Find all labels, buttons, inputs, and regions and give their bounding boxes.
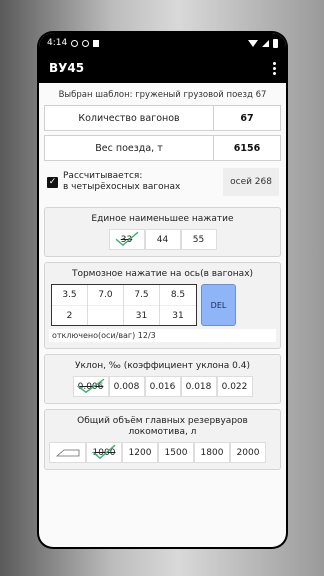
single-press-option[interactable]: 33 — [108, 229, 145, 250]
screen: 4:14 ВУ45 Выбран шаблон: груженый грузов… — [39, 33, 286, 547]
slope-card: Уклон, ‰ (коэффициент уклона 0.4) 0.006 … — [44, 354, 281, 404]
signal-icon — [262, 39, 269, 47]
calc-row: ✓ Рассчитывается: в четырёхосных вагонах… — [44, 165, 281, 199]
volume-options[interactable]: 1000 1200 1500 1800 2000 — [49, 442, 276, 463]
volume-card: Общий объём главных резервуаров локомоти… — [44, 409, 281, 470]
volume-option[interactable]: 1800 — [194, 442, 230, 463]
wagons-row: Количество вагонов 67 — [44, 105, 281, 131]
slope-option[interactable]: 0.006 — [72, 376, 109, 397]
slope-option[interactable]: 0.008 — [108, 376, 145, 397]
slope-option[interactable]: 0.016 — [144, 376, 181, 397]
four-axle-checkbox[interactable]: ✓ — [47, 176, 58, 188]
weight-row: Вес поезда, т 6156 — [44, 135, 281, 161]
brake-grid: 3.5 2 7.0 7.5 31 8.5 31 — [51, 284, 197, 326]
wifi-icon — [248, 39, 258, 47]
volume-option[interactable]: 1500 — [158, 442, 194, 463]
weight-value[interactable]: 6156 — [214, 136, 280, 160]
brake-row: 3.5 2 7.0 7.5 31 8.5 31 DEL — [49, 284, 276, 326]
brake-cell[interactable]: 3.5 2 — [52, 285, 88, 325]
slope-option[interactable]: 0.022 — [216, 376, 253, 397]
shield-icon — [82, 39, 90, 47]
volume-title: Общий объём главных резервуаров локомоти… — [77, 416, 248, 437]
volume-option[interactable]: 1200 — [122, 442, 158, 463]
slope-title: Уклон, ‰ (коэффициент уклона 0.4) — [75, 361, 250, 371]
weight-label: Вес поезда, т — [45, 136, 214, 160]
status-time: 4:14 — [47, 38, 68, 48]
brake-cell[interactable]: 7.0 — [88, 285, 124, 325]
template-label: Выбран шаблон: груженый грузовой поезд 6… — [58, 90, 267, 100]
overflow-menu-icon[interactable] — [269, 58, 280, 79]
sim-icon — [93, 39, 100, 47]
custom-input-icon[interactable] — [49, 442, 86, 463]
wagons-value[interactable]: 67 — [214, 106, 280, 130]
slope-option[interactable]: 0.018 — [180, 376, 217, 397]
brake-card: Тормозное нажатие на ось(в вагонах) 3.5 … — [44, 262, 281, 349]
single-press-option[interactable]: 55 — [180, 229, 217, 250]
brake-cell[interactable]: 8.5 31 — [160, 285, 196, 325]
del-button[interactable]: DEL — [201, 284, 236, 326]
app-bar: ВУ45 — [39, 53, 286, 83]
brake-cell[interactable]: 7.5 31 — [124, 285, 160, 325]
battery-icon — [273, 38, 278, 48]
single-press-card: Единое наименьшее нажатие 33 44 55 — [44, 207, 281, 257]
phone-frame: 4:14 ВУ45 Выбран шаблон: груженый грузов… — [37, 31, 288, 549]
single-press-options: 33 44 55 — [49, 229, 276, 250]
calc-label-line1: Рассчитывается: — [63, 171, 143, 181]
single-press-title: Единое наименьшее нажатие — [91, 214, 234, 224]
status-bar: 4:14 — [39, 33, 286, 53]
main-content: Выбран шаблон: груженый грузовой поезд 6… — [39, 83, 286, 543]
axles-count: осей 268 — [223, 168, 279, 196]
app-title: ВУ45 — [49, 61, 85, 75]
calc-label-line2: в четырёхосных вагонах — [63, 182, 181, 192]
brake-title: Тормозное нажатие на ось(в вагонах) — [71, 269, 254, 279]
volume-option[interactable]: 1000 — [86, 442, 122, 463]
wagons-label: Количество вагонов — [45, 106, 214, 130]
calc-label: Рассчитывается: в четырёхосных вагонах — [63, 171, 223, 193]
volume-option[interactable]: 2000 — [230, 442, 266, 463]
sync-icon — [71, 39, 79, 47]
single-press-option[interactable]: 44 — [144, 229, 181, 250]
disabled-axles-text: отключено(оси/ваг) 12/3 — [49, 329, 276, 342]
slope-options: 0.006 0.008 0.016 0.018 0.022 — [49, 376, 276, 397]
